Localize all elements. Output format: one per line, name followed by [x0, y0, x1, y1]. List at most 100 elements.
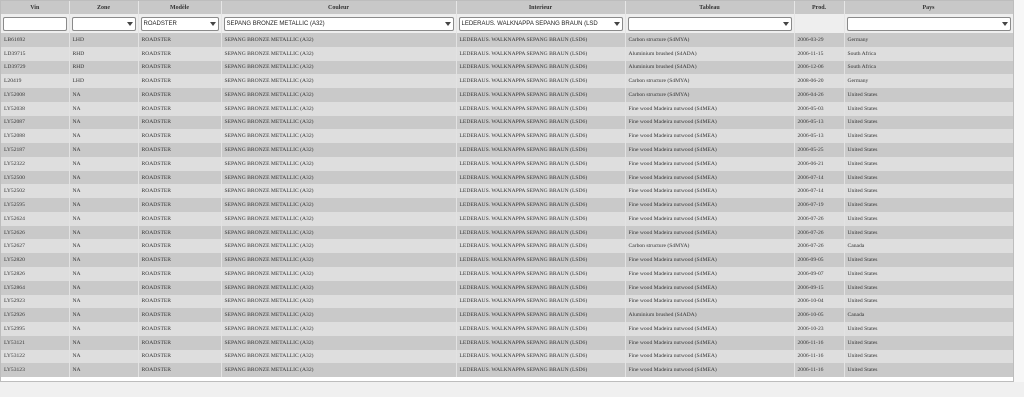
tableau-filter-select[interactable]	[627, 16, 792, 31]
filter-row: ROADSTER SEPANG BRONZE METALLIC (A32) LE…	[1, 14, 1013, 33]
cell-tableau: Fine wood Madeira nutwood (S4MEA)	[625, 349, 795, 364]
modele-filter-select[interactable]: ROADSTER	[140, 16, 219, 31]
header-prod[interactable]: Prod.	[794, 1, 845, 14]
cell-modele: ROADSTER	[138, 225, 222, 240]
cell-prod: 2006-07-14	[794, 184, 845, 199]
cell-vin: LY52008	[1, 88, 70, 102]
cell-tableau: Fine wood Madeira nutwood (S4MEA)	[625, 211, 795, 226]
table-row[interactable]: LD39729 RHD ROADSTER SEPANG BRONZE METALLIC…	[1, 60, 1013, 75]
cell-interieur: LEDERAUS. WALKNAPPA SEPANG BRAUN (LSD6)	[456, 308, 626, 323]
cell-zone: NA	[69, 225, 139, 240]
zone-filter-select[interactable]	[71, 16, 136, 31]
table-row[interactable]: LY52088 NA ROADSTER SEPANG BRONZE METALLIC …	[1, 129, 1013, 144]
cell-interieur: LEDERAUS. WALKNAPPA SEPANG BRAUN (LSD6)	[456, 60, 626, 75]
table-row[interactable]: LY52995 NA ROADSTER SEPANG BRONZE METALLIC …	[1, 322, 1013, 336]
cell-zone: LHD	[69, 33, 139, 47]
interieur-filter-select[interactable]: LEDERAUS. WALKNAPPA SEPANG BRAUN (LSD	[458, 16, 623, 31]
cell-interieur: LEDERAUS. WALKNAPPA SEPANG BRAUN (LSD6)	[456, 74, 626, 89]
cell-prod: 2006-09-15	[794, 280, 845, 295]
cell-pays: United States	[844, 363, 1013, 378]
pays-filter-select[interactable]	[846, 16, 1011, 31]
cell-tableau: Fine wood Madeira nutwood (S4MEA)	[625, 101, 795, 116]
cell-interieur: LEDERAUS. WALKNAPPA SEPANG BRAUN (LSD6)	[456, 184, 626, 199]
cell-interieur: LEDERAUS. WALKNAPPA SEPANG BRAUN (LSD6)	[456, 156, 626, 171]
cell-couleur: SEPANG BRONZE METALLIC (A32)	[221, 363, 457, 378]
filter-cell-interieur: LEDERAUS. WALKNAPPA SEPANG BRAUN (LSD	[456, 14, 626, 33]
table-row[interactable]: LY52502 NA ROADSTER SEPANG BRONZE METALLIC …	[1, 184, 1013, 199]
cell-tableau: Fine wood Madeira nutwood (S4MEA)	[625, 184, 795, 199]
header-tableau[interactable]: Tableau	[625, 1, 795, 14]
cell-modele: ROADSTER	[138, 211, 222, 226]
table-row[interactable]: LY52008 NA ROADSTER SEPANG BRONZE METALLIC …	[1, 88, 1013, 102]
table-row[interactable]: LY52087 NA ROADSTER SEPANG BRONZE METALLIC …	[1, 115, 1013, 130]
table-row[interactable]: LY52624 NA ROADSTER SEPANG BRONZE METALLIC …	[1, 211, 1013, 226]
table-row[interactable]: LY52923 NA ROADSTER SEPANG BRONZE METALLIC …	[1, 294, 1013, 309]
table-row[interactable]: LY52926 NA ROADSTER SEPANG BRONZE METALLIC …	[1, 308, 1013, 323]
cell-prod: 2006-07-19	[794, 198, 845, 212]
cell-vin: LY52826	[1, 267, 70, 281]
chevron-down-icon	[782, 21, 789, 26]
table-row[interactable]: LY52864 NA ROADSTER SEPANG BRONZE METALLIC …	[1, 280, 1013, 295]
vertical-scrollbar[interactable]	[1014, 0, 1024, 382]
header-zone[interactable]: Zone	[69, 1, 139, 14]
cell-zone: NA	[69, 239, 139, 254]
cell-couleur: SEPANG BRONZE METALLIC (A32)	[221, 88, 457, 102]
cell-modele: ROADSTER	[138, 363, 222, 378]
table-row[interactable]: LY52826 NA ROADSTER SEPANG BRONZE METALLIC …	[1, 267, 1013, 281]
cell-pays: Germany	[844, 74, 1013, 89]
cell-modele: ROADSTER	[138, 267, 222, 281]
cell-prod: 2006-07-14	[794, 170, 845, 185]
cell-modele: ROADSTER	[138, 308, 222, 323]
filter-cell-zone	[69, 14, 139, 33]
filter-cell-modele: ROADSTER	[138, 14, 222, 33]
table-row[interactable]: LY52820 NA ROADSTER SEPANG BRONZE METALLIC …	[1, 253, 1013, 268]
cell-pays: United States	[844, 198, 1013, 212]
cell-vin: LY52627	[1, 239, 70, 254]
table-row[interactable]: L20419 LHD ROADSTER SEPANG BRONZE METALLIC …	[1, 74, 1013, 89]
cell-pays: United States	[844, 101, 1013, 116]
couleur-filter-select[interactable]: SEPANG BRONZE METALLIC (A32)	[223, 16, 454, 31]
cell-couleur: SEPANG BRONZE METALLIC (A32)	[221, 198, 457, 212]
table-row[interactable]: LY53123 NA ROADSTER SEPANG BRONZE METALLIC …	[1, 363, 1013, 378]
cell-interieur: LEDERAUS. WALKNAPPA SEPANG BRAUN (LSD6)	[456, 225, 626, 240]
header-modele[interactable]: Modèle	[138, 1, 222, 14]
header-vin[interactable]: Vin	[1, 1, 70, 14]
cell-couleur: SEPANG BRONZE METALLIC (A32)	[221, 115, 457, 130]
table-row[interactable]: LY52626 NA ROADSTER SEPANG BRONZE METALLIC …	[1, 225, 1013, 240]
table-row[interactable]: LY53121 NA ROADSTER SEPANG BRONZE METALLIC …	[1, 335, 1013, 350]
cell-modele: ROADSTER	[138, 198, 222, 212]
cell-interieur: LEDERAUS. WALKNAPPA SEPANG BRAUN (LSD6)	[456, 349, 626, 364]
cell-couleur: SEPANG BRONZE METALLIC (A32)	[221, 33, 457, 47]
header-interieur[interactable]: Interieur	[456, 1, 626, 14]
cell-tableau: Fine wood Madeira nutwood (S4MEA)	[625, 225, 795, 240]
table-row[interactable]: LY52187 NA ROADSTER SEPANG BRONZE METALLIC …	[1, 143, 1013, 157]
horizontal-scrollbar[interactable]	[0, 382, 1024, 397]
table-row[interactable]: LB61692 LHD ROADSTER SEPANG BRONZE METALLIC…	[1, 33, 1013, 47]
table-row[interactable]: LY52595 NA ROADSTER SEPANG BRONZE METALLIC …	[1, 198, 1013, 212]
chevron-down-icon	[1001, 21, 1008, 26]
table-row[interactable]: LY52627 NA ROADSTER SEPANG BRONZE METALLIC …	[1, 239, 1013, 254]
cell-prod: 2006-10-04	[794, 294, 845, 309]
cell-modele: ROADSTER	[138, 46, 222, 61]
cell-vin: LD39715	[1, 46, 70, 61]
cell-prod: 2006-03-29	[794, 33, 845, 47]
cell-pays: United States	[844, 115, 1013, 130]
cell-interieur: LEDERAUS. WALKNAPPA SEPANG BRAUN (LSD6)	[456, 33, 626, 47]
cell-zone: NA	[69, 211, 139, 226]
header-pays[interactable]: Pays	[844, 1, 1013, 14]
cell-tableau: Fine wood Madeira nutwood (S4MEA)	[625, 170, 795, 185]
cell-vin: LY52923	[1, 294, 70, 309]
cell-zone: NA	[69, 253, 139, 268]
cell-tableau: Aluminium brushed (S4ADA)	[625, 308, 795, 323]
table-row[interactable]: LD39715 RHD ROADSTER SEPANG BRONZE METALLIC…	[1, 46, 1013, 61]
header-couleur[interactable]: Couleur	[221, 1, 457, 14]
cell-pays: United States	[844, 211, 1013, 226]
vin-filter-input[interactable]	[3, 16, 67, 31]
table-row[interactable]: LY52322 NA ROADSTER SEPANG BRONZE METALLIC …	[1, 156, 1013, 171]
table-row[interactable]: LY52500 NA ROADSTER SEPANG BRONZE METALLIC …	[1, 170, 1013, 185]
table-row[interactable]: LY52038 NA ROADSTER SEPANG BRONZE METALLIC …	[1, 101, 1013, 116]
cell-vin: LY52502	[1, 184, 70, 199]
cell-modele: ROADSTER	[138, 143, 222, 157]
table-row[interactable]: LY53122 NA ROADSTER SEPANG BRONZE METALLIC …	[1, 349, 1013, 364]
cell-zone: NA	[69, 101, 139, 116]
